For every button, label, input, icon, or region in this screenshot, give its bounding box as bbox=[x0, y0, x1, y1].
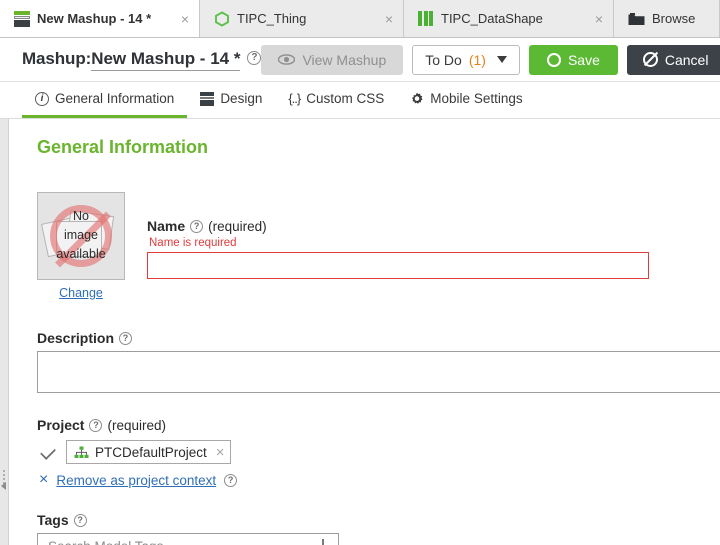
add-tag-icon[interactable] bbox=[315, 539, 330, 545]
cancel-noentry-icon bbox=[642, 51, 658, 67]
panel-expand-arrow-icon[interactable] bbox=[1, 482, 6, 490]
breadcrumb: Mashup: New Mashup - 14 * bbox=[22, 48, 241, 71]
cancel-label: Cancel bbox=[664, 51, 709, 68]
subtab-label: General Information bbox=[55, 91, 175, 106]
save-button[interactable]: Save bbox=[528, 44, 618, 75]
folder-icon bbox=[628, 12, 645, 26]
todo-count-badge: (1) bbox=[468, 51, 486, 68]
description-label-row: Description ? bbox=[37, 330, 720, 346]
help-icon[interactable]: ? bbox=[247, 50, 262, 65]
remove-project-context-row[interactable]: × Remove as project context ? bbox=[37, 472, 720, 488]
general-information-form: General Information No image available C… bbox=[9, 119, 720, 545]
no-image-line-2: image bbox=[63, 228, 99, 242]
name-label-row: Name ? (required) bbox=[147, 218, 720, 234]
page-body: General Information No image available C… bbox=[0, 119, 720, 545]
tab-mobile-settings[interactable]: Mobile Settings bbox=[397, 82, 535, 118]
help-icon[interactable]: ? bbox=[224, 473, 238, 487]
view-mashup-button[interactable]: View Mashup bbox=[261, 44, 404, 75]
left-panel-collapsed-rail[interactable] bbox=[0, 119, 9, 545]
name-required-hint: (required) bbox=[208, 218, 267, 234]
help-icon[interactable]: ? bbox=[89, 418, 103, 432]
entity-tab-label: Browse bbox=[652, 11, 696, 26]
project-hierarchy-icon bbox=[74, 446, 89, 459]
project-required-hint: (required) bbox=[107, 417, 166, 433]
tab-general-information[interactable]: i General Information bbox=[22, 82, 188, 118]
page-title: General Information bbox=[37, 137, 209, 157]
entity-toolbar: Mashup: New Mashup - 14 * ? View Mashup … bbox=[0, 38, 720, 82]
close-icon[interactable]: × bbox=[163, 12, 189, 26]
name-error-message: Name is required bbox=[149, 237, 237, 249]
save-label: Save bbox=[567, 51, 600, 68]
help-icon[interactable]: ? bbox=[190, 219, 204, 233]
description-field-group: Description ? bbox=[37, 330, 720, 393]
gear-icon bbox=[410, 92, 424, 106]
entity-image-placeholder[interactable]: No image available bbox=[37, 192, 125, 280]
entity-tab-tipc-thing[interactable]: TIPC_Thing × bbox=[200, 0, 404, 37]
project-label: Project bbox=[37, 417, 85, 433]
help-icon[interactable]: ? bbox=[119, 331, 133, 345]
image-and-name-row: No image available Change Name ? (requir… bbox=[37, 192, 720, 300]
mashup-icon bbox=[14, 10, 30, 27]
entity-tab-new-mashup[interactable]: New Mashup - 14 * × bbox=[0, 0, 200, 37]
name-field-group: Name ? (required) Name is required bbox=[147, 192, 720, 279]
close-icon[interactable]: × bbox=[577, 12, 603, 26]
entity-tab-label: TIPC_Thing bbox=[237, 11, 307, 26]
name-label: Name bbox=[147, 218, 186, 234]
name-input[interactable] bbox=[147, 252, 649, 279]
view-mashup-label: View Mashup bbox=[302, 51, 387, 68]
tab-design[interactable]: Design bbox=[187, 82, 275, 118]
description-label: Description bbox=[37, 330, 115, 346]
project-label-row: Project ? (required) bbox=[37, 417, 720, 433]
datashape-icon bbox=[418, 11, 434, 26]
project-chip[interactable]: PTCDefaultProject × bbox=[66, 440, 231, 464]
check-icon bbox=[40, 444, 56, 460]
project-selection-row: PTCDefaultProject × bbox=[37, 440, 720, 464]
tags-search-field[interactable]: Search Model Tags bbox=[37, 533, 339, 545]
cancel-button[interactable]: Cancel bbox=[626, 44, 720, 75]
entity-image-column: No image available Change bbox=[37, 192, 147, 300]
chevron-down-icon bbox=[496, 56, 507, 63]
eye-icon bbox=[278, 54, 296, 65]
no-image-line-1: No bbox=[73, 209, 89, 223]
project-chip-label: PTCDefaultProject bbox=[95, 444, 207, 460]
tags-placeholder: Search Model Tags bbox=[48, 539, 315, 545]
save-ring-icon bbox=[546, 52, 561, 67]
entity-type-label: Mashup: bbox=[22, 48, 92, 68]
no-image-caption: No image available bbox=[38, 207, 124, 264]
entity-name-label: New Mashup - 14 * bbox=[91, 49, 241, 71]
entity-tab-strip: New Mashup - 14 * × TIPC_Thing × TIPC_Da… bbox=[0, 0, 720, 38]
entity-tab-tipc-datashape[interactable]: TIPC_DataShape × bbox=[404, 0, 614, 37]
help-icon[interactable]: ? bbox=[73, 513, 87, 527]
remove-project-context-link[interactable]: Remove as project context bbox=[56, 473, 216, 488]
entity-tab-browse[interactable]: Browse bbox=[614, 0, 720, 37]
subtab-label: Mobile Settings bbox=[430, 91, 523, 106]
project-field-group: Project ? (required) PTCDefaultProject ×… bbox=[37, 417, 720, 488]
design-icon bbox=[200, 91, 215, 106]
subtab-label: Custom CSS bbox=[306, 91, 385, 106]
subtab-label: Design bbox=[220, 91, 263, 106]
todo-dropdown-button[interactable]: To Do (1) bbox=[412, 44, 520, 75]
change-image-link[interactable]: Change bbox=[37, 286, 125, 300]
tags-label: Tags bbox=[37, 512, 69, 528]
entity-subtab-bar: i General Information Design {..} Custom… bbox=[0, 82, 720, 119]
entity-tab-label: TIPC_DataShape bbox=[441, 11, 543, 26]
thing-hexagon-icon bbox=[214, 10, 230, 27]
no-image-line-3: available bbox=[56, 247, 106, 261]
close-icon[interactable]: × bbox=[213, 445, 225, 460]
tab-custom-css[interactable]: {..} Custom CSS bbox=[275, 82, 397, 118]
css-braces-icon: {..} bbox=[288, 91, 301, 106]
close-icon[interactable]: × bbox=[39, 472, 48, 488]
todo-label: To Do bbox=[425, 51, 462, 68]
info-icon: i bbox=[35, 91, 49, 106]
close-icon[interactable]: × bbox=[367, 12, 393, 26]
tags-label-row: Tags ? bbox=[37, 512, 720, 528]
description-textarea[interactable] bbox=[37, 351, 720, 393]
tags-field-group: Tags ? Search Model Tags bbox=[37, 512, 720, 545]
entity-tab-label: New Mashup - 14 * bbox=[37, 11, 152, 26]
